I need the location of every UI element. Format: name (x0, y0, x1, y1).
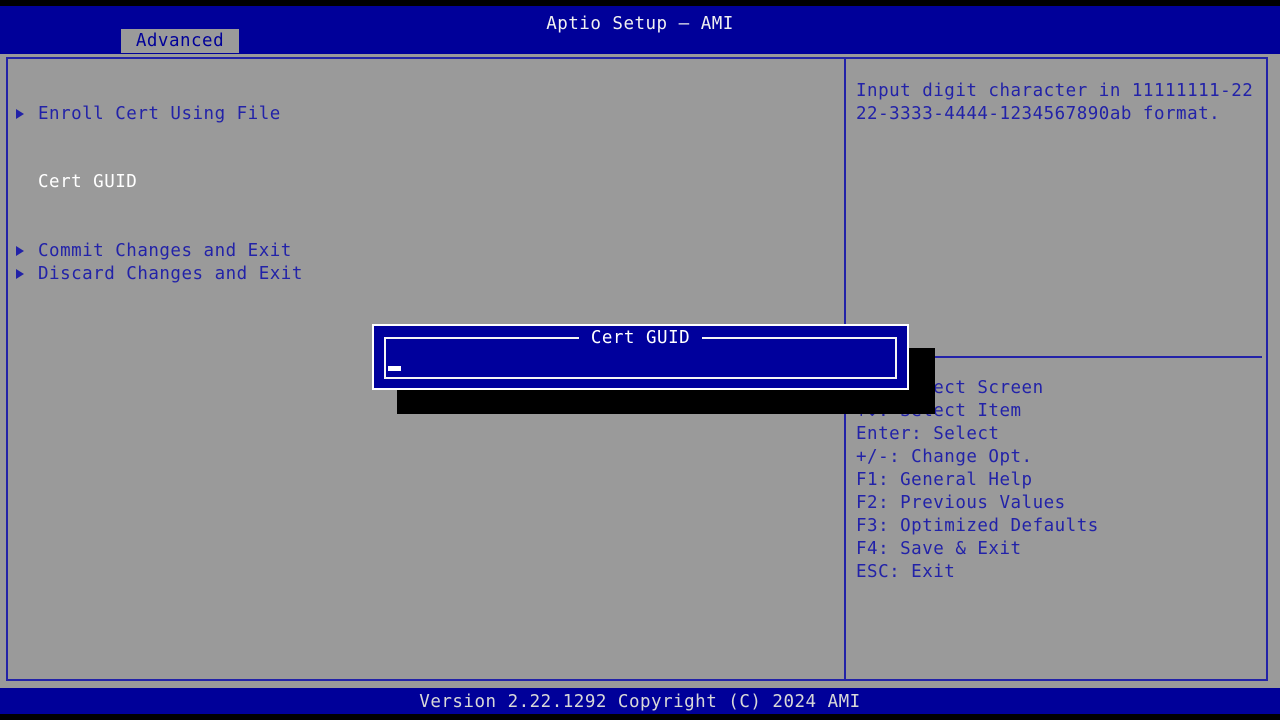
menu-item-label: Commit Changes and Exit (38, 241, 292, 261)
key-legend-item: F4: Save & Exit (856, 539, 1022, 559)
submenu-arrow-icon (16, 246, 24, 256)
footer-bar: Version 2.22.1292 Copyright (C) 2024 AMI (0, 688, 1280, 714)
text-cursor-icon (388, 366, 401, 371)
menu-item-enroll-cert-using-file[interactable]: Enroll Cert Using File (8, 103, 280, 126)
menu-item-cert-guid[interactable]: Cert GUID (8, 171, 137, 194)
cert-guid-text-input[interactable] (388, 356, 893, 376)
key-legend-item: Enter: Select (856, 424, 1000, 444)
menu-item-label: Cert GUID (38, 172, 138, 192)
menu-item-commit-changes-and-exit[interactable]: Commit Changes and Exit (8, 240, 291, 263)
key-legend-item: F1: General Help (856, 470, 1033, 490)
bios-setup-screen: Aptio Setup – AMI Advanced Enroll Cert U… (0, 0, 1280, 720)
menu-item-label: Discard Changes and Exit (38, 264, 303, 284)
key-legend-item: ESC: Exit (856, 562, 956, 582)
menu-item-discard-changes-and-exit[interactable]: Discard Changes and Exit (8, 263, 302, 286)
cert-guid-input-dialog: Cert GUID (372, 324, 909, 390)
submenu-arrow-icon (16, 109, 24, 119)
submenu-arrow-icon (16, 269, 24, 279)
help-description-text: Input digit character in 11111111-2222-3… (856, 81, 1254, 124)
key-legend-item: F3: Optimized Defaults (856, 516, 1099, 536)
menu-item-label: Enroll Cert Using File (38, 104, 281, 124)
key-legend-item: F2: Previous Values (856, 493, 1066, 513)
version-copyright-text: Version 2.22.1292 Copyright (C) 2024 AMI (419, 692, 861, 712)
key-legend-item: +/-: Change Opt. (856, 447, 1033, 467)
tab-advanced[interactable]: Advanced (121, 29, 239, 53)
